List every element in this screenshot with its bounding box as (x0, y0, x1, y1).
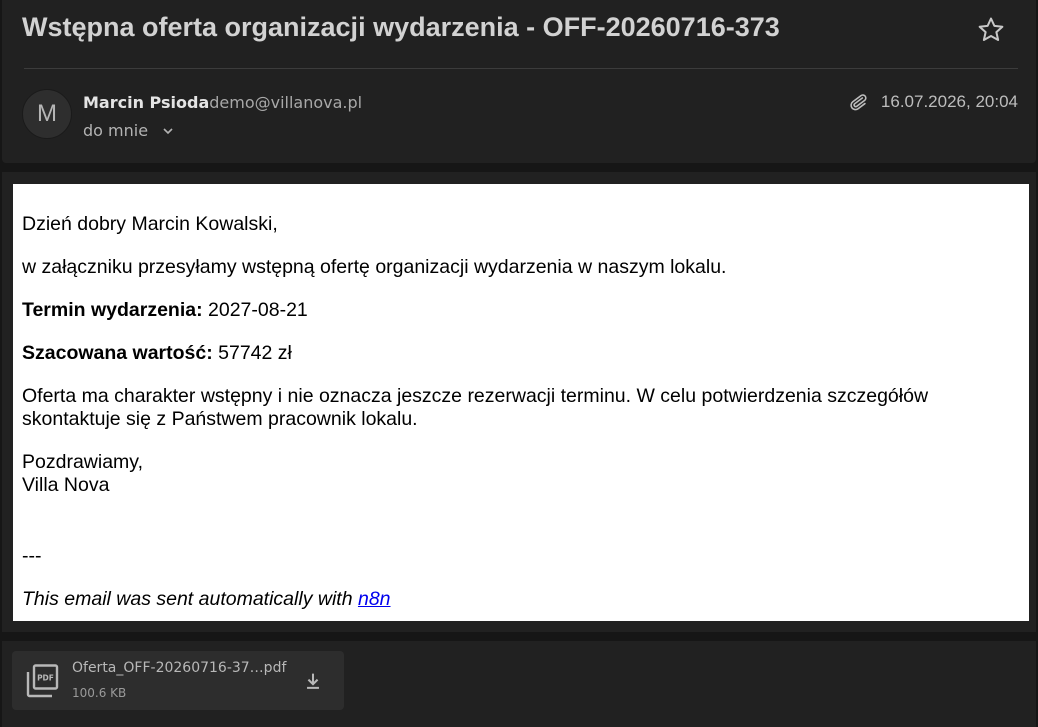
n8n-link[interactable]: n8n (358, 588, 391, 610)
email-datetime: 16.07.2026, 20:04 (880, 92, 1018, 111)
star-icon[interactable] (976, 15, 1006, 45)
footer-note: This email was sent automatically with n… (22, 588, 1029, 611)
greeting: Dzień dobry Marcin Kowalski, (22, 213, 278, 235)
header-divider (24, 68, 1018, 69)
estimated-value: Szacowana wartość: 57742 zł (22, 342, 1029, 365)
event-date: Termin wydarzenia: 2027-08-21 (22, 299, 1029, 322)
email-meta: 16.07.2026, 20:04 (848, 92, 1018, 112)
sender-email[interactable]: demo@villanova.pl (209, 93, 362, 112)
estimated-value-amount: 57742 zł (212, 342, 292, 364)
attachment-name: Oferta_OFF-20260716-37…pdf (72, 660, 287, 676)
attachment-size: 100.6 KB (72, 686, 127, 700)
sender-name[interactable]: Marcin Psioda (83, 93, 209, 112)
email-subject: Wstępna oferta organizacji wydarzenia - … (22, 12, 780, 42)
email-header: Wstępna oferta organizacji wydarzenia - … (2, 0, 1036, 163)
closing: Pozdrawiamy, (22, 451, 144, 473)
event-date-value: 2027-08-21 (202, 299, 308, 321)
download-icon[interactable] (302, 670, 324, 692)
attachments-panel: PDF Oferta_OFF-20260716-37…pdf 100.6 KB (2, 641, 1036, 727)
footer-text: This email was sent automatically with (22, 588, 358, 610)
note-text: Oferta ma charakter wstępny i nie oznacz… (22, 385, 929, 430)
separator: --- (22, 545, 42, 567)
email-body-panel: Dzień dobry Marcin Kowalski, w załącznik… (2, 172, 1036, 632)
avatar: M (22, 89, 72, 139)
signature-block: Pozdrawiamy, Villa Nova (22, 451, 1029, 497)
paperclip-icon (850, 94, 867, 111)
email-body: Dzień dobry Marcin Kowalski, w załącznik… (13, 184, 1029, 621)
sender-info: Marcin Psiodademo@villanova.pl (83, 93, 362, 112)
recipient-label: do mnie (83, 121, 149, 140)
chevron-down-icon (163, 127, 173, 134)
signature: Villa Nova (22, 474, 110, 496)
event-date-label: Termin wydarzenia: (22, 299, 203, 321)
pdf-file-icon: PDF (26, 664, 59, 698)
estimated-value-label: Szacowana wartość: (22, 342, 213, 364)
svg-text:PDF: PDF (37, 674, 54, 683)
attachment-card[interactable]: PDF Oferta_OFF-20260716-37…pdf 100.6 KB (12, 651, 344, 710)
recipient-toggle[interactable]: do mnie (83, 121, 174, 140)
intro-text: w załączniku przesyłamy wstępną ofertę o… (22, 256, 727, 278)
